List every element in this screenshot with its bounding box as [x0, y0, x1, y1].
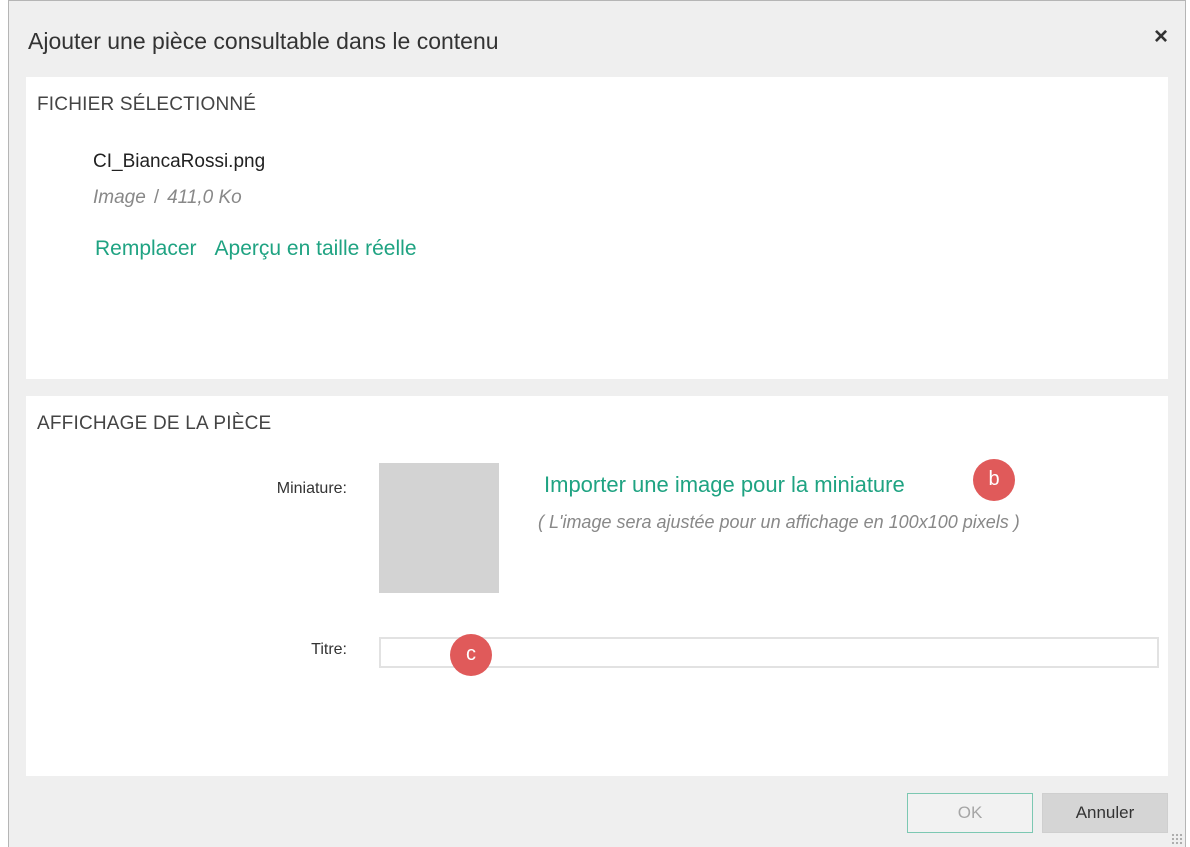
- thumbnail-label: Miniature:: [276, 480, 347, 497]
- cancel-button[interactable]: Annuler: [1042, 793, 1168, 833]
- selected-file-panel: FICHIER SÉLECTIONNÉ CI_BiancaRossi.png I…: [26, 77, 1168, 379]
- dialog-title: Ajouter une pièce consultable dans le co…: [28, 28, 499, 54]
- file-meta: Image / 411,0 Ko: [93, 187, 242, 209]
- selected-file-header: FICHIER SÉLECTIONNÉ: [37, 94, 257, 115]
- attachment-display-panel: AFFICHAGE DE LA PIÈCE Miniature: Importe…: [26, 396, 1168, 776]
- attachment-display-header: AFFICHAGE DE LA PIÈCE: [37, 413, 272, 434]
- file-type: Image: [93, 187, 146, 208]
- import-thumbnail-link[interactable]: Importer une image pour la miniature: [544, 472, 905, 498]
- full-size-preview-link[interactable]: Aperçu en taille réelle: [215, 237, 417, 260]
- file-name: CI_BiancaRossi.png: [93, 151, 266, 172]
- file-actions: Remplacer Aperçu en taille réelle: [95, 237, 417, 261]
- resize-grip[interactable]: [1171, 833, 1183, 845]
- annotation-marker-b: b: [973, 459, 1015, 501]
- ok-button[interactable]: OK: [907, 793, 1033, 833]
- thumbnail-size-hint: ( L'image sera ajustée pour un affichage…: [538, 512, 1020, 532]
- thumbnail-placeholder: [379, 463, 499, 593]
- annotation-marker-c: c: [450, 634, 492, 676]
- title-input[interactable]: [379, 637, 1159, 668]
- dialog-title-bar: Ajouter une pièce consultable dans le co…: [9, 1, 1185, 77]
- file-size: 411,0 Ko: [167, 187, 242, 208]
- title-label: Titre:: [311, 641, 347, 658]
- replace-link[interactable]: Remplacer: [95, 237, 197, 260]
- add-attachment-dialog: Ajouter une pièce consultable dans le co…: [8, 0, 1186, 847]
- file-meta-separator: /: [153, 187, 160, 208]
- close-icon[interactable]: ×: [1147, 23, 1175, 51]
